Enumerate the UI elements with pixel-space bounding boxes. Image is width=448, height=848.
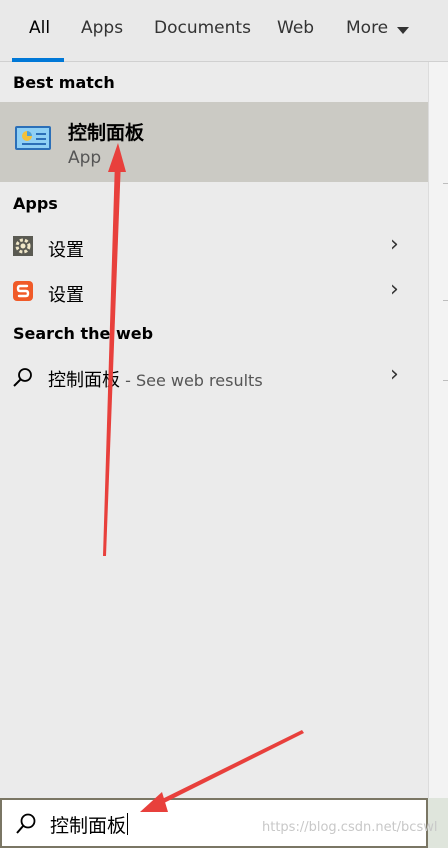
sogou-s-icon: [13, 281, 33, 301]
section-best-match: Best match: [13, 73, 115, 92]
control-panel-icon: [15, 126, 51, 150]
preview-pane-edge: [428, 62, 448, 798]
search-input[interactable]: 控制面板: [50, 811, 129, 838]
chevron-right-icon[interactable]: ›: [390, 277, 399, 302]
tab-web[interactable]: Web: [277, 18, 314, 38]
best-match-subtitle: App: [68, 148, 102, 168]
web-result-label: 控制面板 - See web results: [48, 366, 263, 392]
gear-icon: [13, 236, 33, 256]
chevron-right-icon[interactable]: ›: [390, 362, 399, 387]
section-apps: Apps: [13, 194, 58, 213]
search-icon: [13, 368, 32, 387]
search-input-value: 控制面板: [50, 815, 127, 837]
divider: [443, 300, 448, 301]
app-item-label: 设置: [48, 240, 84, 261]
search-icon: [16, 813, 36, 834]
divider: [443, 183, 448, 184]
tab-more[interactable]: More: [346, 18, 388, 38]
best-match-title: 控制面板: [68, 122, 145, 144]
tab-documents[interactable]: Documents: [154, 18, 251, 38]
best-match-item[interactable]: [0, 102, 428, 182]
watermark: https://blog.csdn.net/bcswl: [262, 820, 438, 835]
web-suffix: - See web results: [120, 371, 263, 390]
text-caret: [127, 813, 129, 835]
tab-all[interactable]: All: [29, 18, 50, 38]
app-item-label: 设置: [48, 285, 84, 306]
tab-apps[interactable]: Apps: [81, 18, 123, 38]
divider: [443, 380, 448, 381]
chevron-right-icon[interactable]: ›: [390, 232, 399, 257]
search-tabs: All Apps Documents Web More: [0, 0, 448, 62]
web-query: 控制面板: [48, 370, 120, 391]
section-search-web: Search the web: [13, 324, 154, 343]
chevron-down-icon[interactable]: [397, 27, 409, 34]
